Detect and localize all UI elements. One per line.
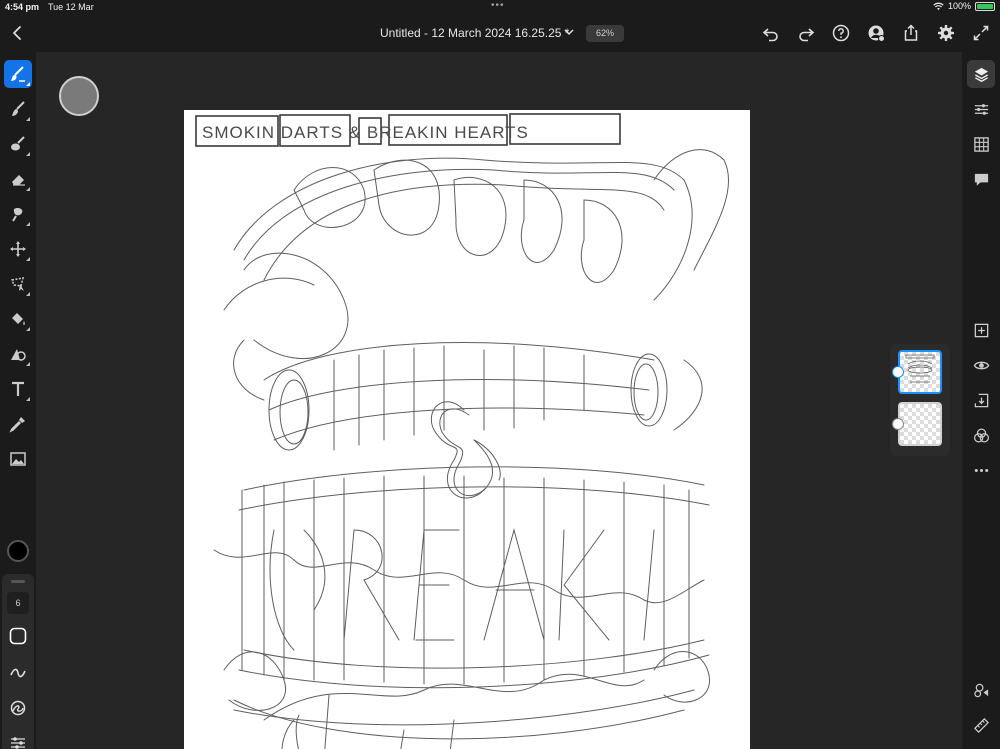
tool-smudge[interactable] xyxy=(4,95,32,123)
app-window: 4:54 pm Tue 12 Mar ••• 100% Untitled - 1… xyxy=(0,0,1000,749)
account-icon[interactable] xyxy=(866,23,886,43)
layers-button[interactable] xyxy=(967,60,995,88)
lasso-icon xyxy=(10,277,25,291)
add-layer-button[interactable] xyxy=(967,316,995,344)
grid-icon xyxy=(973,136,989,152)
tool-eraser[interactable] xyxy=(4,165,32,193)
share-icon[interactable] xyxy=(901,23,921,43)
layer-thumbnail-background[interactable] xyxy=(898,402,942,446)
wifi-icon xyxy=(933,2,944,10)
redo-icon[interactable] xyxy=(796,23,816,43)
more-dots-icon xyxy=(974,468,988,472)
eraser-icon xyxy=(12,175,25,186)
brush-properties-button[interactable] xyxy=(7,732,29,749)
multitasking-dots-icon[interactable]: ••• xyxy=(491,0,505,11)
brush-smoothing-button[interactable] xyxy=(7,662,29,684)
tool-brush[interactable] xyxy=(4,60,32,88)
comment-icon xyxy=(974,173,988,186)
rounded-square-icon xyxy=(9,627,27,645)
tool-type[interactable] xyxy=(4,375,32,403)
grid-button[interactable] xyxy=(967,130,995,158)
merge-layer-button[interactable] xyxy=(967,386,995,414)
shape-icon xyxy=(11,349,26,361)
chevron-down-icon[interactable] xyxy=(563,26,575,38)
sketch-header-text: SMOKIN DARTS & BREAKIN HEARTS xyxy=(202,123,529,142)
adjustments-sliders-icon xyxy=(974,103,988,115)
brush-icon xyxy=(11,66,25,82)
tool-place-image[interactable] xyxy=(4,445,32,473)
smudge-icon xyxy=(12,101,25,116)
more-options-button[interactable] xyxy=(967,456,995,484)
tool-eyedropper[interactable] xyxy=(4,410,32,438)
blend-circles-icon xyxy=(973,427,989,443)
shapes-button[interactable] xyxy=(967,676,995,704)
tool-shape[interactable] xyxy=(4,340,32,368)
swirl-icon xyxy=(10,700,26,716)
paint-bucket-icon xyxy=(12,313,25,325)
current-color-swatch[interactable] xyxy=(7,540,29,562)
status-date: Tue 12 Mar xyxy=(48,2,94,12)
image-icon xyxy=(10,452,26,466)
layer-lock-badge-icon xyxy=(892,418,904,430)
right-toolbar xyxy=(962,52,1000,749)
zoom-level-badge[interactable]: 62% xyxy=(586,25,624,42)
layer-active-badge-icon xyxy=(892,366,904,378)
adjustments-button[interactable] xyxy=(967,95,995,123)
fullscreen-icon[interactable] xyxy=(971,23,991,43)
brush-dynamics-button[interactable] xyxy=(7,697,29,719)
status-right: 100% xyxy=(933,1,995,11)
brush-shape-button[interactable] xyxy=(7,625,29,647)
comments-button[interactable] xyxy=(967,165,995,193)
eye-icon xyxy=(973,361,989,369)
canvas-workspace[interactable]: SMOKIN DARTS & BREAKIN HEARTS xyxy=(36,52,962,749)
brush-settings-panel: 6 xyxy=(2,574,34,749)
battery-icon xyxy=(975,1,995,11)
panel-grip-handle[interactable] xyxy=(11,580,25,583)
eyedropper-icon xyxy=(9,417,25,433)
mixer-brush-icon xyxy=(11,136,25,151)
stroke-wave-icon xyxy=(10,668,26,678)
ruler-icon xyxy=(973,717,989,733)
left-toolbar: 6 xyxy=(0,52,36,749)
brush-size-value[interactable]: 6 xyxy=(7,592,29,614)
blend-mode-button[interactable] xyxy=(967,421,995,449)
merge-down-icon xyxy=(974,393,988,407)
layers-icon xyxy=(974,67,988,82)
document-title[interactable]: Untitled - 12 March 2024 16.25.25 * xyxy=(380,26,569,40)
tool-move[interactable] xyxy=(4,235,32,263)
top-toolbar: Untitled - 12 March 2024 16.25.25 * 62% xyxy=(0,14,1000,52)
shapes-icon xyxy=(973,683,988,697)
layer-preview-sketch xyxy=(905,354,935,383)
tool-lasso[interactable] xyxy=(4,270,32,298)
pencil-sketch: SMOKIN DARTS & BREAKIN HEARTS xyxy=(195,113,729,749)
layers-panel xyxy=(890,344,950,456)
ruler-button[interactable] xyxy=(967,711,995,739)
sliders-icon xyxy=(11,737,25,749)
status-time: 4:54 pm xyxy=(5,2,40,12)
undo-icon[interactable] xyxy=(761,23,781,43)
battery-percent: 100% xyxy=(947,1,971,11)
move-icon xyxy=(10,241,26,257)
tool-fill[interactable] xyxy=(4,305,32,333)
document-canvas[interactable]: SMOKIN DARTS & BREAKIN HEARTS xyxy=(184,110,750,749)
back-chevron-icon[interactable] xyxy=(8,23,28,43)
type-icon xyxy=(12,381,24,396)
brush-size-preview xyxy=(59,76,99,116)
layer-thumbnail-sketch[interactable] xyxy=(898,350,942,394)
quick-selection-icon xyxy=(12,207,23,222)
settings-gear-icon[interactable] xyxy=(936,23,956,43)
tool-selection[interactable] xyxy=(4,200,32,228)
status-bar: 4:54 pm Tue 12 Mar ••• 100% xyxy=(0,0,1000,14)
add-layer-icon xyxy=(974,323,988,337)
layer-visibility-button[interactable] xyxy=(967,351,995,379)
help-icon[interactable] xyxy=(831,23,851,43)
tool-mixer-brush[interactable] xyxy=(4,130,32,158)
